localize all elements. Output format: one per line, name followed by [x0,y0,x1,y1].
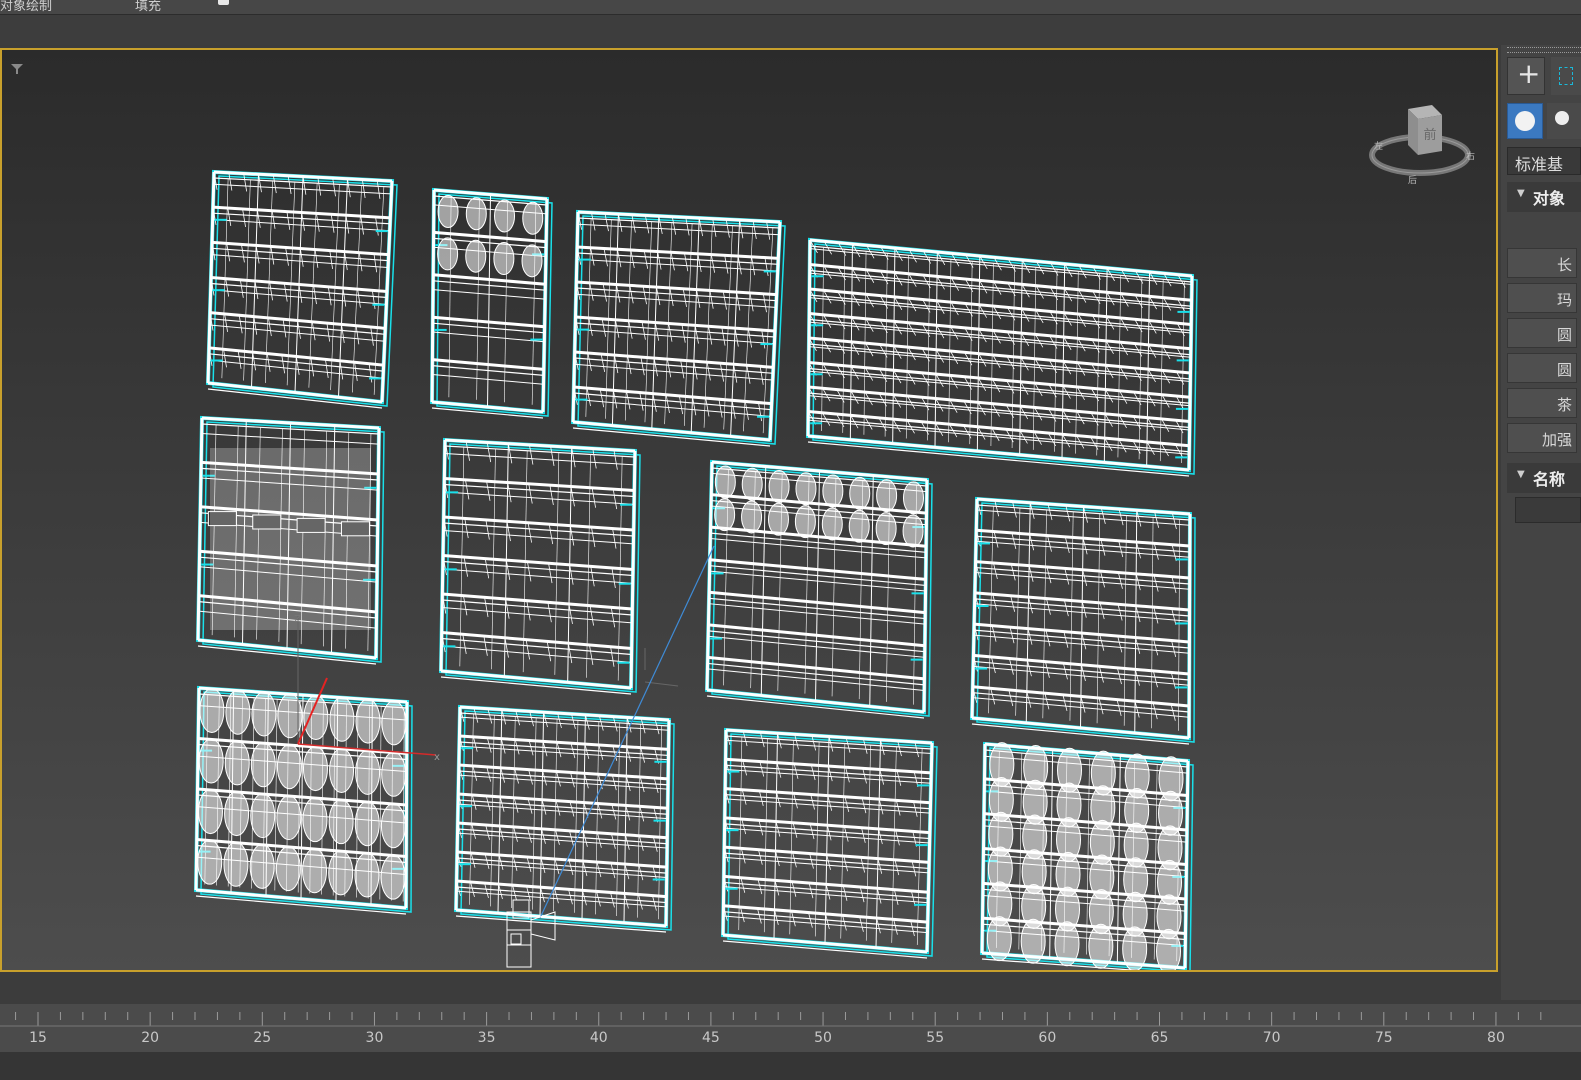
perspective-viewport[interactable]: Z x 前 左 右 后 [0,48,1498,972]
camera-object[interactable] [506,899,556,968]
shelf-rack-10[interactable] [453,704,675,933]
name-color-rollout[interactable]: ▼ 名称 [1507,463,1581,493]
shapes-button[interactable] [1547,103,1581,139]
timeline-label: 40 [590,1030,608,1046]
object-paint-label[interactable]: 对象绘制 [0,0,52,14]
timeline-ruler[interactable]: 15 20 25 30 35 40 45 50 55 60 65 70 75 80 [0,1004,1581,1052]
enhanced-button-label: 加强 [1541,431,1572,449]
shelf-rack-3[interactable] [570,209,786,447]
timeline-label: 60 [1038,1030,1056,1046]
torus-button-label: 圆 [1556,361,1572,379]
name-color-title: 名称 [1533,470,1566,489]
cylinder-button-label: 圆 [1556,326,1572,344]
rollout-collapse-icon: ▼ [1517,469,1525,480]
timeline-label: 45 [702,1030,720,1046]
sphere-icon [1515,111,1535,131]
sphere-button[interactable]: 玛 [1507,283,1577,313]
shelf-rack-1[interactable] [205,169,398,409]
shelf-rack-12[interactable] [979,741,1194,970]
ribbon-strip [0,15,1581,45]
shelf-rack-9[interactable] [193,685,413,915]
shelf-rack-6[interactable] [438,437,641,695]
viewcube-face-label: 前 [1423,127,1436,143]
rollout-collapse-icon: ▼ [1517,188,1525,199]
teapot-button-label: 茶 [1556,396,1572,414]
svg-text:x: x [434,752,440,763]
shapes-icon [1555,111,1569,125]
command-panel: + 标准基 ▼ 对象 长 玛 圆 圆 茶 加强 ▼ 名称 [1501,45,1581,1000]
timeline-label: 30 [366,1030,384,1046]
sphere-button-label: 玛 [1556,291,1572,309]
category-dropdown-value: 标准基 [1515,155,1564,174]
torus-button[interactable]: 圆 [1507,353,1577,383]
enhanced-button[interactable]: 加强 [1507,423,1577,453]
plus-icon: + [1517,57,1541,90]
viewcube[interactable]: 前 左 右 后 [1369,105,1475,186]
shelf-rack-8[interactable] [969,496,1196,745]
category-dropdown[interactable]: 标准基 [1507,147,1581,175]
box-button[interactable]: 长 [1507,248,1577,278]
compass-back-label: 后 [1408,175,1417,186]
fill-checkbox[interactable] [218,0,229,5]
scene-canvas[interactable]: Z x 前 左 右 后 [2,50,1496,970]
object-type-rollout[interactable]: ▼ 对象 [1507,182,1581,212]
compass-right-label: 右 [1466,150,1475,162]
object-type-title: 对象 [1533,189,1566,208]
shelf-rack-2[interactable] [429,187,553,419]
cylinder-button[interactable]: 圆 [1507,318,1577,348]
timeline-label: 35 [478,1030,496,1046]
shelf-rack-11[interactable] [720,727,938,959]
compass-left-label: 左 [1374,140,1383,152]
geometry-button[interactable] [1507,103,1543,139]
svg-text:Z: Z [294,614,301,625]
timeline-label: 50 [814,1030,832,1046]
timeline-label: 25 [253,1030,271,1046]
timeline-ticks: 15 20 25 30 35 40 45 50 55 60 65 70 75 80 [0,1012,1581,1046]
timeline-label: 80 [1487,1030,1505,1046]
timeline-label: 55 [926,1030,944,1046]
panel-grip[interactable] [1507,47,1581,53]
hierarchy-icon [1559,67,1573,85]
timeline-label: 20 [141,1030,159,1046]
fill-label[interactable]: 填充 [135,0,161,14]
status-bar [0,1052,1581,1080]
box-button-label: 长 [1556,256,1572,274]
top-toolbar: 对象绘制 填充 [0,0,1581,15]
shelf-rack-5[interactable] [195,415,385,665]
timeline-label: 75 [1375,1030,1393,1046]
shelf-rack-7[interactable] [704,459,933,719]
name-input[interactable] [1515,497,1581,523]
modify-tab[interactable] [1551,57,1581,95]
timeline-label: 15 [29,1030,47,1046]
timeline-label: 70 [1263,1030,1281,1046]
teapot-button[interactable]: 茶 [1507,388,1577,418]
shelf-rack-4[interactable] [805,237,1198,477]
camera-target-line [539,545,715,919]
create-tab[interactable]: + [1507,57,1545,95]
timeline-label: 65 [1151,1030,1169,1046]
